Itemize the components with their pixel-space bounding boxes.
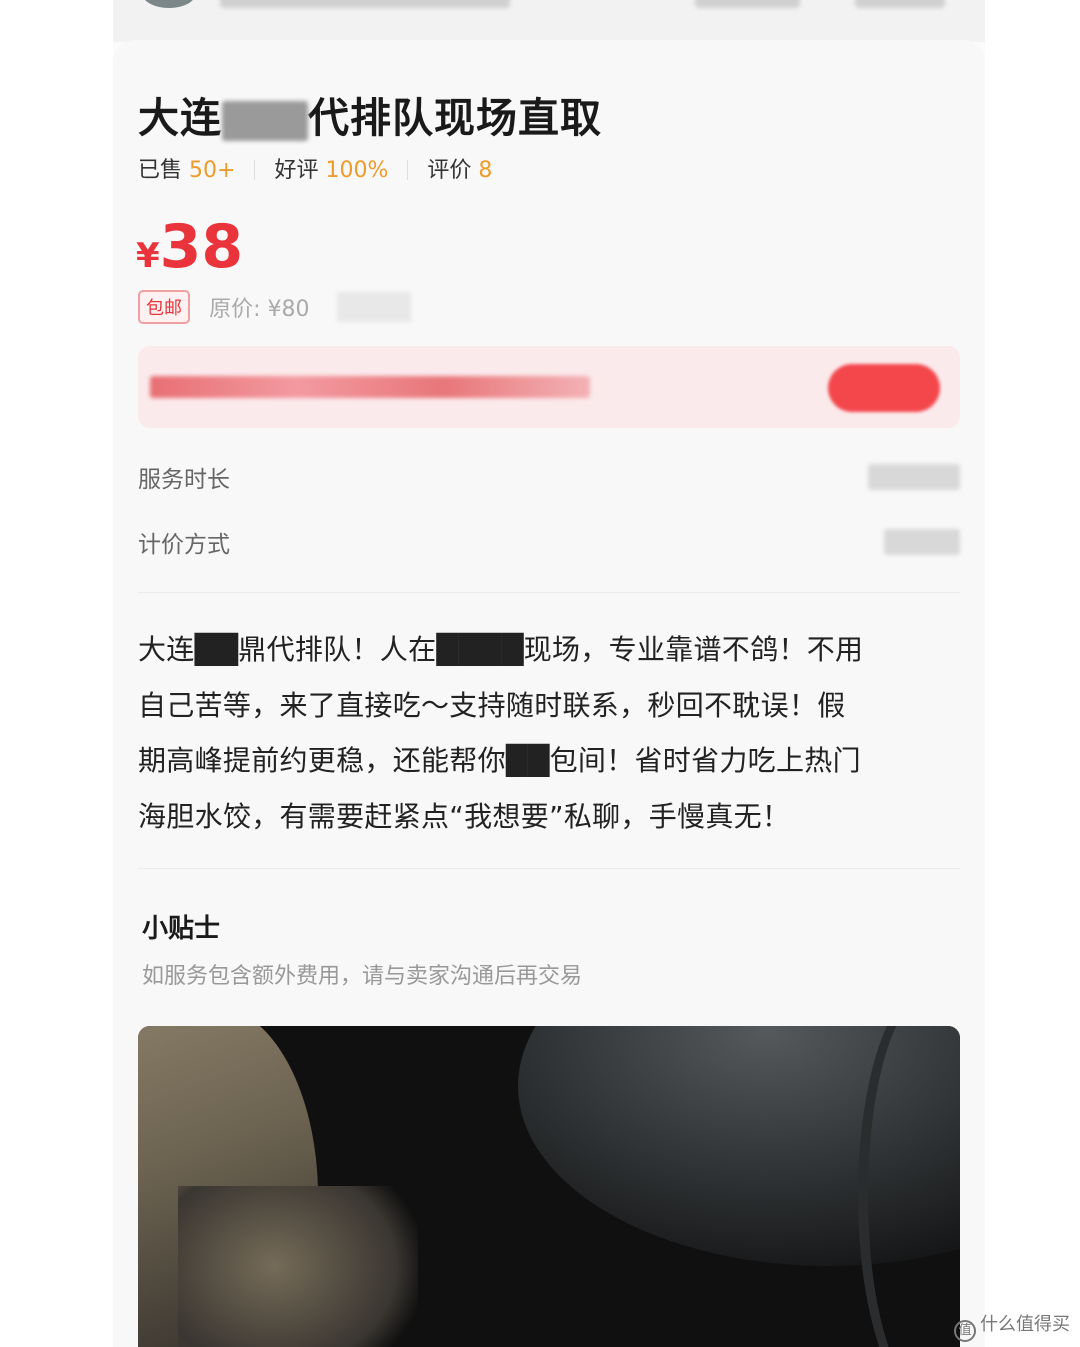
description-line: 大连██鼎代排队！人在████现场，专业靠谱不鸽！不用 bbox=[138, 633, 864, 666]
rating-label: 好评 bbox=[274, 158, 319, 183]
price-currency: ¥ bbox=[136, 236, 160, 276]
attribute-value-redacted bbox=[884, 529, 960, 555]
seller-stat-redacted bbox=[855, 0, 945, 8]
review-value[interactable]: 8 bbox=[478, 158, 492, 183]
stat-divider bbox=[407, 160, 409, 180]
product-description: 大连██鼎代排队！人在████现场，专业靠谱不鸽！不用 自己苦等，来了直接吃～支… bbox=[138, 622, 953, 844]
attribute-label: 计价方式 bbox=[138, 532, 230, 558]
photo-pot-rim bbox=[858, 1026, 960, 1347]
promo-button[interactable] bbox=[828, 364, 940, 412]
description-line: 自己苦等，来了直接吃～支持随时联系，秒回不耽误！假 bbox=[138, 688, 846, 722]
photo-cloth-shadow bbox=[178, 1186, 418, 1347]
product-photo[interactable] bbox=[138, 1026, 960, 1347]
sold-label: 已售 bbox=[138, 158, 183, 183]
watermark-text: 什么值得买 bbox=[980, 1314, 1070, 1335]
stat-divider bbox=[254, 160, 256, 180]
description-line: 海胆水饺，有需要赶紧点“我想要”私聊，手慢真无！ bbox=[138, 799, 791, 833]
product-title: 大连 代排队现场直取 bbox=[138, 84, 602, 144]
sold-value: 50+ bbox=[189, 158, 236, 183]
rating-value: 100% bbox=[325, 158, 389, 183]
attribute-row-pricing: 计价方式 bbox=[138, 525, 960, 559]
right-margin bbox=[985, 0, 1080, 1347]
redacted-text bbox=[336, 292, 411, 322]
seller-stat-redacted bbox=[695, 0, 800, 8]
review-label[interactable]: 评价 bbox=[427, 158, 471, 183]
watermark-logo-icon: 值 bbox=[954, 1320, 976, 1342]
attribute-value-redacted bbox=[868, 464, 960, 490]
redacted-text bbox=[222, 101, 308, 141]
site-watermark: 值什么值得买 bbox=[954, 1310, 1070, 1342]
price-value: 38 bbox=[159, 212, 244, 282]
attribute-label: 服务时长 bbox=[138, 467, 230, 493]
tips-text: 如服务包含额外费用，请与卖家沟通后再交易 bbox=[142, 964, 583, 989]
section-divider bbox=[138, 868, 960, 869]
attribute-row-duration: 服务时长 bbox=[138, 460, 960, 494]
promo-banner[interactable] bbox=[138, 346, 960, 428]
price-tags: 包邮 原价: ¥80 bbox=[138, 290, 411, 324]
free-shipping-badge: 包邮 bbox=[138, 290, 190, 324]
title-suffix: 代排队现场直取 bbox=[308, 94, 602, 142]
original-price: 原价: ¥80 bbox=[209, 297, 310, 322]
seller-info-redacted bbox=[220, 0, 510, 8]
tips-title: 小贴士 bbox=[142, 914, 221, 944]
left-margin bbox=[0, 0, 113, 1347]
description-line: 期高峰提前约更稳，还能帮你██包间！省时省力吃上热门 bbox=[138, 744, 861, 777]
section-divider bbox=[138, 592, 960, 593]
sales-stats: 已售 50+ 好评 100% 评价 8 bbox=[138, 152, 492, 184]
price: ¥38 bbox=[136, 212, 243, 282]
promo-text-redacted bbox=[150, 376, 590, 398]
title-prefix: 大连 bbox=[138, 94, 222, 142]
